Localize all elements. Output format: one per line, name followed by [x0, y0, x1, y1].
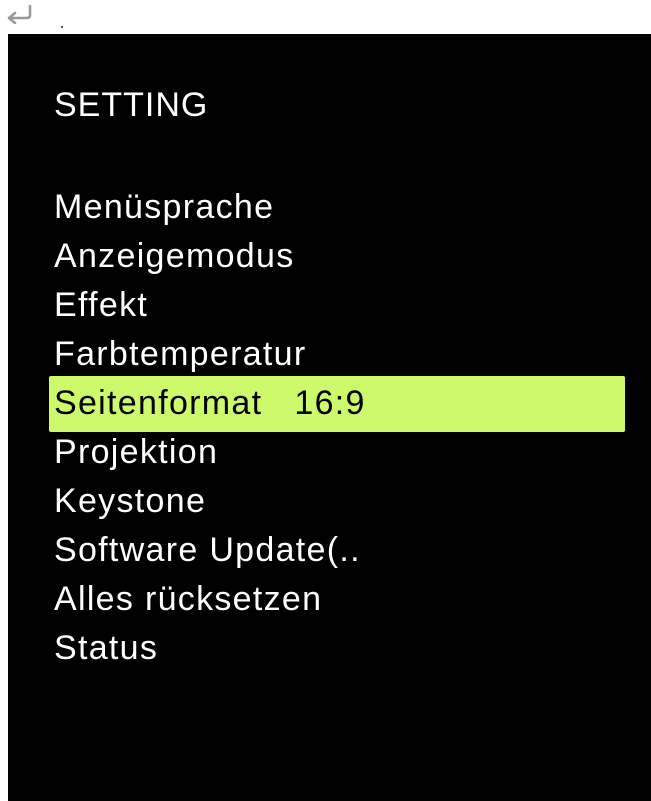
menu-item-software-update[interactable]: Software Update(..: [8, 526, 651, 575]
return-arrow-icon[interactable]: [4, 2, 34, 24]
top-bar: [0, 0, 651, 34]
menu-item-label: Projektion: [54, 433, 219, 471]
menu-item-alles-ruecksetzen[interactable]: Alles rücksetzen: [8, 575, 651, 624]
menu-item-keystone[interactable]: Keystone: [8, 477, 651, 526]
menu-item-seitenformat-selected[interactable]: Seitenformat 16:9: [8, 376, 651, 432]
menu-item-menuesprache[interactable]: Menüsprache: [8, 183, 651, 232]
menu-item-effekt[interactable]: Effekt: [8, 281, 651, 330]
menu-item-label: Menüsprache: [54, 188, 275, 226]
menu-item-label: Keystone: [54, 482, 207, 520]
menu-item-label: Farbtemperatur: [54, 335, 307, 373]
menu-item-label: Alles rücksetzen: [54, 580, 323, 618]
settings-menu: Menüsprache Anzeigemodus Effekt Farbtemp…: [8, 183, 651, 673]
menu-item-value: 16:9: [294, 384, 366, 422]
menu-title: SETTING: [54, 86, 209, 124]
menu-item-projektion[interactable]: Projektion: [8, 428, 651, 477]
decorative-dot: [61, 26, 63, 28]
menu-item-anzeigemodus[interactable]: Anzeigemodus: [8, 232, 651, 281]
menu-item-farbtemperatur[interactable]: Farbtemperatur: [8, 330, 651, 379]
menu-item-label: Software Update(..: [54, 531, 361, 569]
menu-item-label: Anzeigemodus: [54, 237, 295, 275]
menu-item-label: Seitenformat: [54, 384, 263, 422]
menu-item-status[interactable]: Status: [8, 624, 651, 673]
menu-item-label: Effekt: [54, 286, 149, 324]
osd-screen: SETTING Menüsprache Anzeigemodus Effekt …: [8, 34, 651, 801]
menu-item-label: Status: [54, 629, 159, 667]
